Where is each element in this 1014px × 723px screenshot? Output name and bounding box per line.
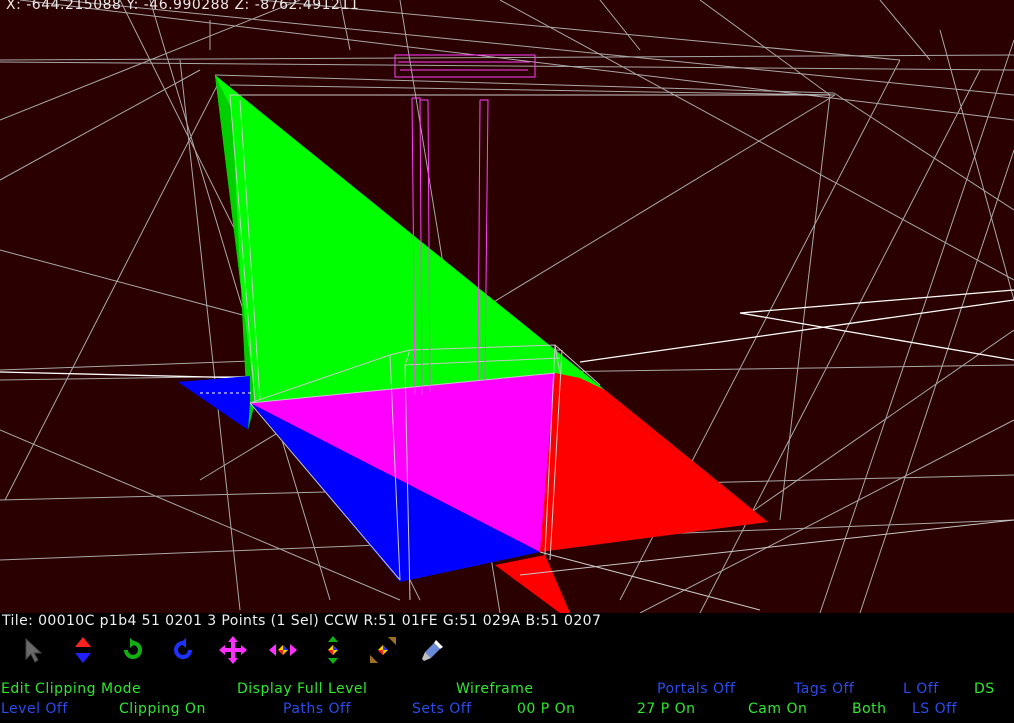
tile-info: Tile: 00010C p1b4 51 0201 3 Points (1 Se…: [2, 613, 602, 629]
edit-mode-status[interactable]: Edit Clipping Mode: [1, 681, 141, 697]
display-mode-status[interactable]: Display Full Level: [237, 681, 367, 697]
render-mode-status[interactable]: Wireframe: [456, 681, 534, 697]
red-face[interactable]: [540, 373, 768, 552]
p00-status[interactable]: 00 P On: [517, 701, 576, 717]
blue-face-left: [178, 376, 250, 430]
bottom-panel: Tile: 00010C p1b4 51 0201 3 Points (1 Se…: [0, 613, 1014, 723]
status-row-1: Edit Clipping Mode Display Full Level Wi…: [0, 681, 1014, 701]
move-all-icon[interactable]: [218, 635, 248, 665]
wireframe-scene[interactable]: [0, 0, 1014, 613]
both-status[interactable]: Both: [852, 701, 887, 717]
clipping-status[interactable]: Clipping On: [119, 701, 206, 717]
tags-status[interactable]: Tags Off: [794, 681, 854, 697]
green-face[interactable]: [215, 75, 605, 403]
move-vertical-icon[interactable]: [68, 635, 98, 665]
ls-status[interactable]: LS Off: [912, 701, 957, 717]
toolbar: [18, 635, 468, 665]
3d-viewport[interactable]: X: -644.215088 Y: -46.990288 Z: -8762.49…: [0, 0, 1014, 613]
select-arrow-icon[interactable]: [18, 635, 48, 665]
move-horizontal-icon[interactable]: [268, 635, 298, 665]
red-face-bottom: [495, 555, 570, 613]
level-status[interactable]: Level Off: [1, 701, 68, 717]
rotate-ccw-icon[interactable]: [118, 635, 148, 665]
coordinates-readout: X: -644.215088 Y: -46.990288 Z: -8762.49…: [6, 0, 360, 13]
portals-status[interactable]: Portals Off: [657, 681, 735, 697]
scale-diagonal-icon[interactable]: [368, 635, 398, 665]
p27-status[interactable]: 27 P On: [637, 701, 696, 717]
lights-status[interactable]: L Off: [903, 681, 939, 697]
move-depth-icon[interactable]: [318, 635, 348, 665]
status-row-2: Level Off Clipping On Paths Off Sets Off…: [0, 701, 1014, 721]
ds-status[interactable]: DS: [974, 681, 995, 697]
sets-status[interactable]: Sets Off: [412, 701, 472, 717]
cam-status[interactable]: Cam On: [748, 701, 807, 717]
rotate-cw-icon[interactable]: [168, 635, 198, 665]
paths-status[interactable]: Paths Off: [283, 701, 351, 717]
paint-brush-icon[interactable]: [418, 635, 448, 665]
